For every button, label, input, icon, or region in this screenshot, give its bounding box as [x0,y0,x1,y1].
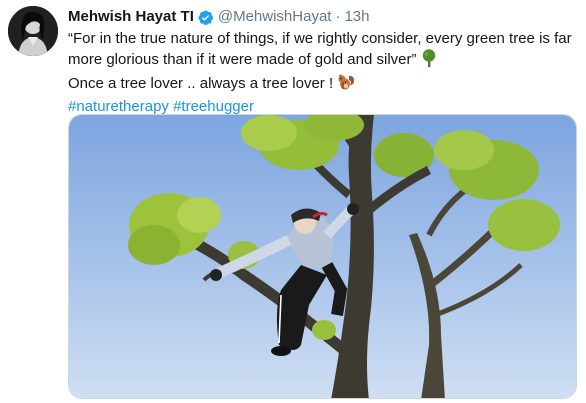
tweet-text-line-3: Once a tree lover .. always a tree lover… [68,73,580,97]
user-handle[interactable]: @MehwishHayat [218,8,332,26]
tweet-text: “For in the true nature of things, if we… [68,29,580,117]
tweet-media-photo[interactable] [68,114,577,399]
tweet-text-line-1: “For in the true nature of things, if we… [68,29,580,49]
tweet-header: Mehwish Hayat TI @MehwishHayat · 13h [68,8,370,26]
tweet-tree-lover-text: Once a tree lover .. always a tree lover… [68,75,334,92]
hashtag-treehugger[interactable]: #treehugger [173,98,254,115]
profile-photo-icon [8,6,58,56]
tweet-text-line-2: more glorious than if it were made of go… [68,49,580,73]
tweet-quote-part-2: more glorious than if it were made of go… [68,51,417,68]
deciduous-tree-emoji-icon [421,49,437,73]
display-name[interactable]: Mehwish Hayat TI [68,8,194,26]
tweet-quote-part-1: “For in the true nature of things, if we… [68,30,572,47]
chipmunk-emoji-icon [337,73,355,97]
separator-dot: · [335,8,341,25]
person-climbing-tree-photo-icon [69,115,576,398]
verified-badge-icon [197,9,214,26]
avatar[interactable] [8,6,58,56]
timestamp[interactable]: 13h [344,8,369,26]
hashtag-naturetherapy[interactable]: #naturetherapy [68,98,169,115]
